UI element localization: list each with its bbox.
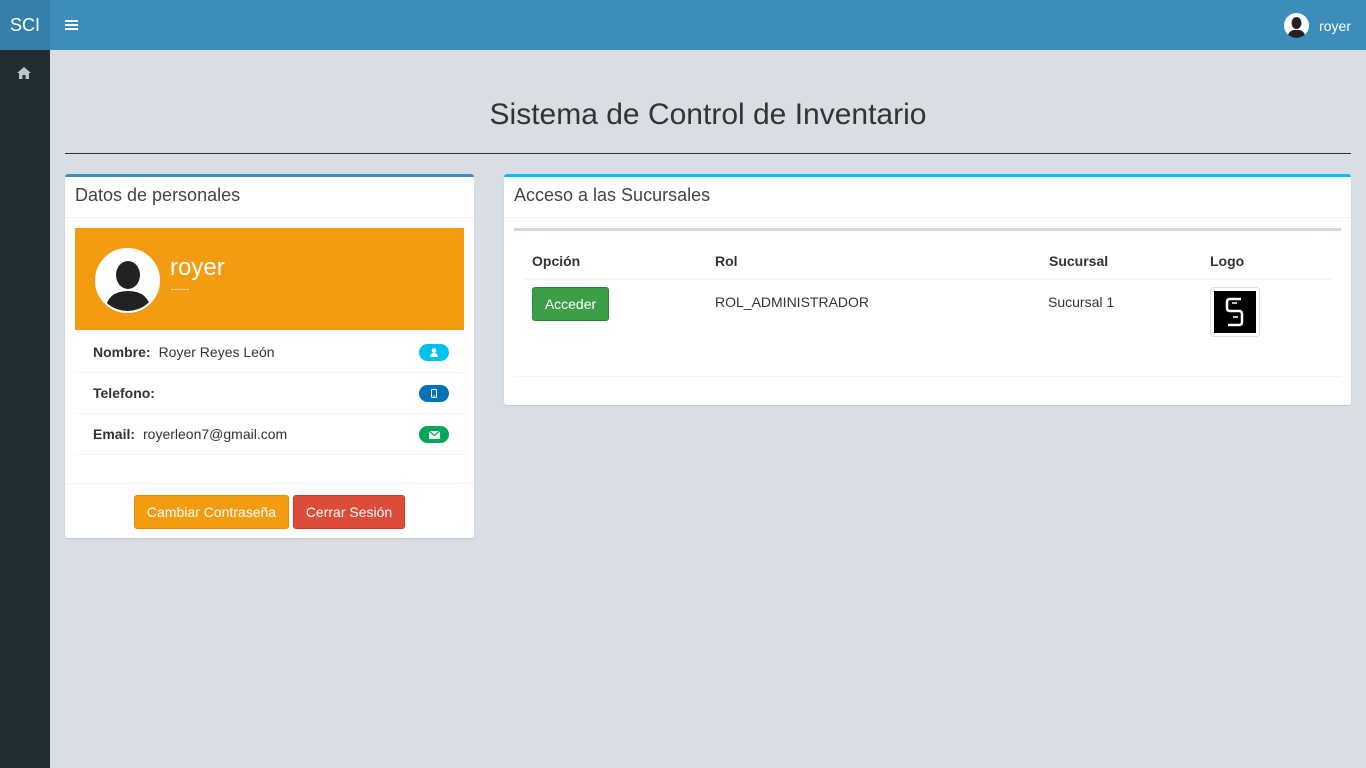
personal-data-box: Datos de personales royer ------ Nombre:… xyxy=(65,174,474,538)
branches-table: Opción Rol Sucursal Logo Acceder ROL_ADM… xyxy=(514,228,1341,377)
bars-icon xyxy=(64,20,78,30)
branch-access-box: Acceso a las Sucursales Opción Rol Sucur… xyxy=(504,174,1351,405)
info-row-telefono: Telefono: xyxy=(75,373,464,414)
box-title: Acceso a las Sucursales xyxy=(504,177,1351,218)
home-icon[interactable] xyxy=(17,66,33,80)
user-icon xyxy=(419,344,449,361)
branch-logo xyxy=(1210,287,1260,337)
access-branch-button[interactable]: Acceder xyxy=(532,287,609,321)
envelope-icon xyxy=(419,426,449,443)
branch-cell: Sucursal 1 xyxy=(1048,294,1115,310)
user-subtitle: ------ xyxy=(171,284,189,294)
info-row-nombre: Nombre: Royer Reyes León xyxy=(75,332,464,373)
change-password-button[interactable]: Cambiar Contraseña xyxy=(134,495,289,529)
sidebar-toggle[interactable] xyxy=(60,15,82,35)
column-header-sucursal: Sucursal xyxy=(1049,253,1109,269)
divider xyxy=(65,153,1351,154)
table-header-divider xyxy=(523,278,1331,280)
avatar xyxy=(95,248,160,313)
box-title: Datos de personales xyxy=(65,177,474,218)
top-navbar: SCI royer xyxy=(0,0,1366,50)
sidebar xyxy=(0,50,50,768)
column-header-rol: Rol xyxy=(715,253,738,269)
info-value: royerleon7@gmail.com xyxy=(143,426,288,442)
info-row-email: Email: royerleon7@gmail.com xyxy=(75,414,464,455)
app-logo[interactable]: SCI xyxy=(0,0,50,50)
box-footer: Cambiar Contraseña Cerrar Sesión xyxy=(65,483,474,538)
info-label: Telefono: xyxy=(93,385,155,401)
info-label: Email: xyxy=(93,426,136,442)
mobile-icon xyxy=(419,385,449,402)
user-display-name: royer xyxy=(170,254,225,281)
avatar xyxy=(1284,13,1310,38)
s-logo-icon xyxy=(1225,297,1244,327)
user-menu[interactable]: royer xyxy=(1284,13,1351,38)
user-widget-header: royer ------ xyxy=(75,228,464,330)
info-value: Royer Reyes León xyxy=(158,344,275,360)
page-title: Sistema de Control de Inventario xyxy=(489,98,927,131)
role-cell: ROL_ADMINISTRADOR xyxy=(715,294,870,310)
info-label: Nombre: xyxy=(93,344,151,360)
logout-button[interactable]: Cerrar Sesión xyxy=(293,495,405,529)
column-header-logo: Logo xyxy=(1210,253,1245,269)
column-header-opcion: Opción xyxy=(532,253,581,269)
user-name: royer xyxy=(1319,17,1351,34)
